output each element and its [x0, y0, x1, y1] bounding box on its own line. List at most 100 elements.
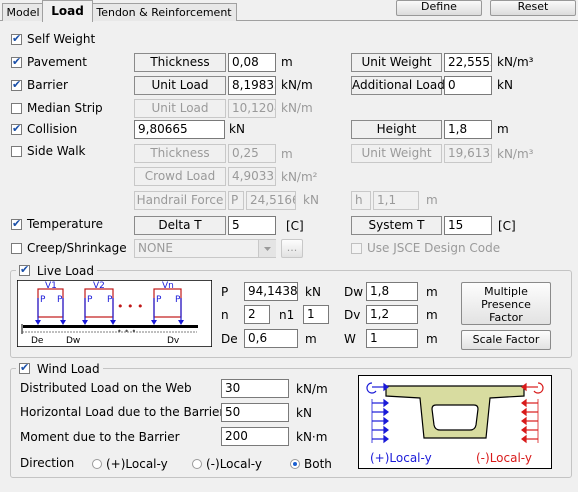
jsce-checkbox[interactable]	[351, 243, 362, 254]
jsce-label: Use JSCE Design Code	[367, 241, 501, 255]
collision-input[interactable]: 9,80665	[134, 120, 225, 139]
pavement-unit-weight-input[interactable]: 22,5552	[444, 53, 492, 72]
w-unit: m	[426, 332, 438, 346]
distributed-load-label: Distributed Load on the Web	[20, 381, 192, 395]
distributed-load-unit: kN/m	[296, 382, 328, 396]
live-load-diagram: V1 V2 Vn P P P P P P • • • • • • De Dw D…	[17, 280, 212, 347]
sidewalk-unit-weight-input[interactable]: 19,6133	[444, 144, 492, 163]
additional-load-unit: kN	[497, 78, 513, 92]
n-input[interactable]: 2	[244, 305, 270, 324]
pavement-thickness-header: Thickness	[134, 53, 226, 72]
pavement-thickness-unit: m	[281, 55, 293, 69]
handrail-p-label: P	[228, 191, 244, 210]
barrier-unit-load-input[interactable]: 8,19835	[228, 76, 276, 95]
p-unit: kN	[305, 285, 321, 299]
sidewalk-thickness-input[interactable]: 0,25	[228, 144, 276, 163]
creep-select-dropdown[interactable]	[258, 240, 276, 257]
dw-dim-label: Dw	[66, 336, 80, 346]
wind-load-checkbox[interactable]	[19, 361, 30, 374]
svg-text:P: P	[57, 295, 63, 305]
system-t-header: System T	[351, 216, 442, 235]
collision-height-unit: m	[497, 122, 509, 136]
mpf-line-1: Multiple	[484, 285, 528, 298]
multiple-presence-factor-button[interactable]: Multiple Presence Factor	[461, 282, 551, 325]
direction-both-label: Both	[304, 457, 332, 471]
w-label: W	[344, 332, 356, 346]
collision-label: Collision	[27, 122, 78, 136]
median-strip-checkbox[interactable]	[11, 103, 22, 114]
collision-height-input[interactable]: 1,8	[444, 120, 492, 139]
n-label: n	[221, 308, 229, 322]
dv-input[interactable]: 1,2	[366, 305, 418, 324]
median-unit-load-input[interactable]: 10,1204	[228, 99, 276, 118]
pavement-unit-weight-header: Unit Weight	[351, 53, 442, 72]
sidewalk-unit-weight-unit: kN/m³	[497, 147, 534, 161]
sidewalk-thickness-header: Thickness	[134, 144, 226, 163]
w-input[interactable]: 1	[366, 329, 418, 348]
creep-shrinkage-checkbox[interactable]	[11, 243, 22, 254]
reset-button[interactable]: Reset	[490, 0, 576, 16]
p-input[interactable]: 94,14384	[244, 282, 298, 301]
distributed-load-input[interactable]: 30	[221, 379, 289, 398]
mpf-line-2: Presence	[481, 298, 531, 311]
direction-negative-radio[interactable]	[192, 459, 202, 469]
wind-load-legend: Wind Load	[16, 361, 103, 376]
horizontal-load-unit: kN	[296, 406, 312, 420]
tab-load[interactable]: Load	[42, 0, 93, 22]
direction-negative-label: (-)Local-y	[206, 457, 263, 471]
creep-more-button[interactable]: ...	[281, 239, 303, 258]
dw-unit: m	[426, 285, 438, 299]
system-t-unit: [C]	[498, 219, 516, 233]
negative-local-y-label: (-)Local-y	[476, 451, 532, 465]
live-load-title: Live Load	[36, 263, 94, 278]
horizontal-load-input[interactable]: 50	[221, 403, 289, 422]
median-unit-load-header: Unit Load	[134, 99, 226, 118]
pavement-checkbox[interactable]	[11, 55, 22, 68]
dv-label: Dv	[344, 308, 361, 322]
barrier-unit-load-unit: kN/m	[281, 78, 313, 92]
tab-tendon-reinforcement[interactable]: Tendon & Reinforcement	[91, 3, 237, 21]
horizontal-load-label: Horizontal Load due to the Barrier	[20, 405, 225, 419]
handrail-force-input[interactable]: 24,5166	[246, 191, 296, 210]
collision-unit: kN	[229, 122, 245, 136]
vehicle-ellipsis: • • •	[117, 300, 143, 313]
crowd-load-input[interactable]: 4,90332	[228, 167, 276, 186]
additional-load-header: Additional Load	[351, 76, 445, 95]
direction-both-radio[interactable]	[290, 459, 300, 469]
collision-checkbox[interactable]	[11, 122, 22, 135]
handrail-h-input[interactable]: 1,1	[373, 191, 419, 210]
crowd-load-unit: kN/m²	[281, 170, 318, 184]
de-input[interactable]: 0,6	[244, 329, 298, 348]
side-walk-label: Side Walk	[27, 144, 86, 158]
direction-positive-radio[interactable]	[92, 459, 102, 469]
chevron-down-icon	[264, 247, 271, 251]
system-t-input[interactable]: 15	[444, 216, 492, 235]
n1-input[interactable]: 1	[303, 305, 329, 324]
live-load-checkbox[interactable]	[19, 263, 30, 276]
dw-label: Dw	[344, 285, 364, 299]
dv-unit: m	[426, 308, 438, 322]
v1-label: V1	[45, 281, 57, 291]
barrier-label: Barrier	[27, 78, 68, 92]
define-button[interactable]: Define	[396, 0, 482, 16]
self-weight-checkbox[interactable]	[11, 32, 22, 45]
median-strip-label: Median Strip	[27, 101, 103, 115]
dw-input[interactable]: 1,8	[366, 282, 418, 301]
box-girder-cell	[431, 404, 479, 431]
creep-select[interactable]: NONE	[134, 239, 276, 258]
tab-model[interactable]: Model	[2, 3, 44, 21]
barrier-checkbox[interactable]	[11, 78, 22, 91]
vn-label: Vn	[162, 281, 174, 291]
side-walk-checkbox[interactable]	[11, 146, 22, 157]
svg-text:P: P	[87, 295, 93, 305]
svg-text:• • •: • • •	[117, 327, 136, 336]
moment-input[interactable]: 200	[221, 427, 289, 446]
temperature-checkbox[interactable]	[11, 217, 22, 230]
moment-unit: kN·m	[296, 430, 328, 444]
scale-factor-button[interactable]: Scale Factor	[461, 330, 551, 350]
additional-load-input[interactable]: 0	[444, 76, 492, 95]
pavement-thickness-input[interactable]: 0,08	[228, 53, 276, 72]
live-load-legend: Live Load	[16, 263, 97, 278]
delta-t-input[interactable]: 5	[228, 216, 276, 235]
direction-label: Direction	[20, 456, 75, 470]
